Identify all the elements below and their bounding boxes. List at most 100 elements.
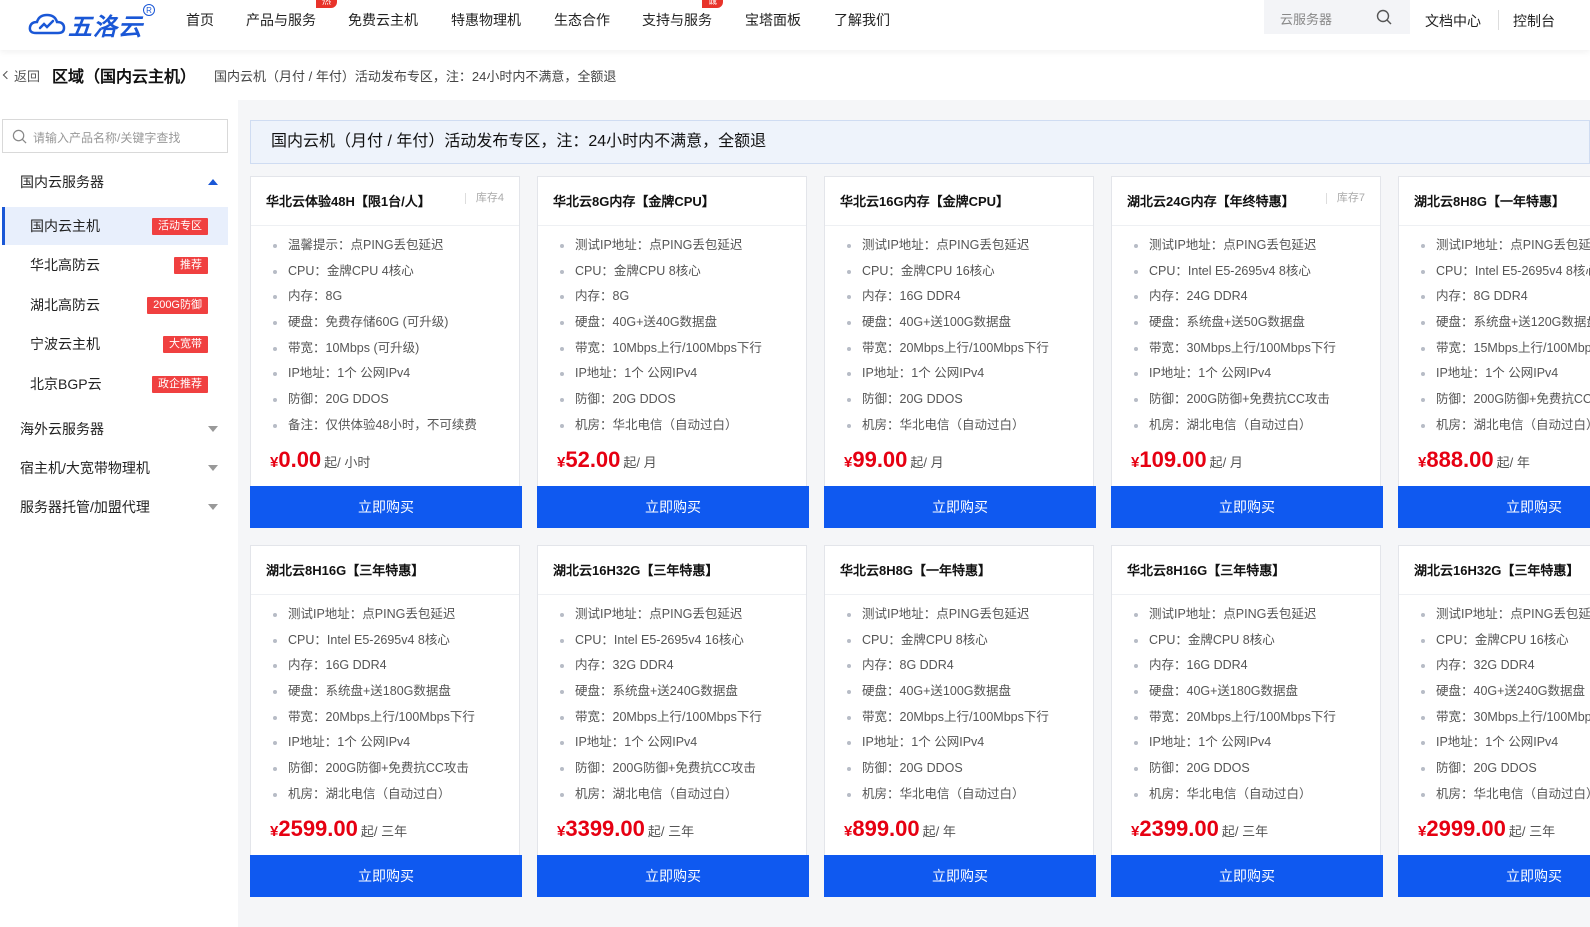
sidebar-group-domestic[interactable]: 国内云服务器 [0, 164, 228, 200]
price-unit: 起/ 三年 [647, 824, 695, 839]
spec-item: 温馨提示：点PING丢包延迟 [272, 233, 477, 259]
page-description: 国内云机（月付 / 年付）活动发布专区，注：24小时内不满意，全额退 [214, 68, 617, 84]
nav-item-1[interactable]: 产品与服务 热荐 [246, 0, 338, 40]
price-value: 2999.00 [1426, 816, 1506, 841]
spec-item: 内存：16G DDR4 [846, 284, 1049, 310]
spec-item: 测试IP地址：点PING丢包延迟 [1133, 233, 1336, 259]
spec-item: 硬盘：40G+送100G数据盘 [846, 310, 1049, 336]
console-link[interactable]: 控制台 [1513, 11, 1555, 31]
spec-item: 防御：200G防御+免费抗CC攻击 [1420, 387, 1590, 413]
sidebar-item-tag: 活动专区 [152, 218, 208, 235]
site-search-placeholder: 云服务器 [1280, 12, 1333, 27]
nav-divider [1498, 10, 1499, 30]
product-title: 华北云8G内存【金牌CPU】 [553, 194, 715, 209]
spec-item: 硬盘：40G+送40G数据盘 [559, 310, 762, 336]
price-unit: 起/ 三年 [1221, 824, 1269, 839]
stock-count: 库存4 [464, 193, 504, 204]
spec-item: 带宽：20Mbps上行/100Mbps下行 [272, 705, 475, 731]
spec-item: 防御：20G DDOS [1420, 756, 1590, 782]
nav-item-2[interactable]: 免费云主机 [348, 0, 418, 40]
buy-now-button[interactable]: 立即购买 [250, 855, 522, 897]
sidebar-item-beijing-bgp[interactable]: 北京BGP云 政企推荐 [2, 365, 228, 403]
sidebar-item-label: 宁波云主机 [30, 336, 100, 352]
product-card: 华北云8G内存【金牌CPU】 测试IP地址：点PING丢包延迟 CPU：金牌CPU … [537, 176, 809, 528]
spec-item: 防御：20G DDOS [559, 387, 762, 413]
spec-item: CPU：金牌CPU 16核心 [846, 259, 1049, 285]
buy-now-button[interactable]: 立即购买 [537, 855, 809, 897]
spec-item: CPU：金牌CPU 16核心 [1420, 628, 1590, 654]
spec-item: 防御：200G防御+免费抗CC攻击 [559, 756, 762, 782]
sidebar-group-label: 服务器托管/加盟代理 [20, 499, 150, 515]
nav-badge: 热荐 [316, 0, 338, 20]
brand-logo[interactable]: 五洛云 R [28, 4, 155, 42]
nav-item-0[interactable]: 首页 [186, 0, 214, 40]
sidebar-item-north-ddos[interactable]: 华北高防云 推荐 [2, 246, 228, 284]
sidebar-group-hosting[interactable]: 服务器托管/加盟代理 [0, 489, 228, 525]
price-value: 899.00 [852, 816, 920, 841]
buy-now-button[interactable]: 立即购买 [537, 486, 809, 528]
product-search-input[interactable]: 请输入产品名称/关键字查找 [2, 119, 228, 153]
price: ¥2599.00 起/ 三年 [270, 816, 407, 842]
nav-item-3[interactable]: 特惠物理机 [451, 0, 521, 40]
spec-item: 机房：湖北电信（自动过白） [1133, 413, 1336, 439]
spec-item: 带宽：20Mbps上行/100Mbps下行 [846, 336, 1049, 362]
buy-now-button[interactable]: 立即购买 [250, 486, 522, 528]
product-search-placeholder: 请输入产品名称/关键字查找 [33, 131, 181, 145]
buy-now-button[interactable]: 立即购买 [1398, 486, 1590, 528]
caret-down-icon [208, 426, 218, 432]
nav-item-6[interactable]: 宝塔面板 [745, 0, 801, 40]
buy-now-button[interactable]: 立即购买 [1398, 855, 1590, 897]
spec-list: 测试IP地址：点PING丢包延迟 CPU：金牌CPU 16核心 内存：16G DDR… [846, 233, 1049, 439]
spec-item: IP地址：1个 公网IPv4 [1133, 730, 1336, 756]
spec-item: 测试IP地址：点PING丢包延迟 [1420, 602, 1590, 628]
price-unit: 起/ 年 [922, 824, 956, 839]
spec-item: 测试IP地址：点PING丢包延迟 [1133, 602, 1336, 628]
nav-item-label: 宝塔面板 [745, 12, 801, 28]
breadcrumb: 返回 区域（国内云主机） 国内云机（月付 / 年付）活动发布专区，注：24小时内… [0, 60, 616, 90]
buy-now-button[interactable]: 立即购买 [824, 486, 1096, 528]
product-card: 湖北云16H32G【三年特惠】测试IP地址：点PING丢包延迟 CPU：金牌CPU… [1398, 545, 1590, 897]
sidebar-group-host[interactable]: 宿主机/大宽带物理机 [0, 450, 228, 486]
sidebar-item-hubei-ddos[interactable]: 湖北高防云 200G防御 [2, 286, 228, 324]
spec-item: 机房：华北电信（自动过白） [846, 782, 1049, 808]
product-title: 湖北云8H8G【一年特惠】 [1414, 194, 1565, 209]
buy-now-button[interactable]: 立即购买 [1111, 855, 1383, 897]
sidebar-group-overseas[interactable]: 海外云服务器 [0, 411, 228, 447]
spec-list: 测试IP地址：点PING丢包延迟 CPU：金牌CPU 8核心 内存：8G DDR4 硬… [846, 602, 1049, 808]
spec-item: 防御：20G DDOS [846, 756, 1049, 782]
spec-item: CPU：金牌CPU 8核心 [846, 628, 1049, 654]
product-title: 华北云8H8G【一年特惠】 [840, 563, 991, 578]
spec-item: IP地址：1个 公网IPv4 [1420, 730, 1590, 756]
spec-item: 防御：20G DDOS [1133, 756, 1336, 782]
spec-list: 测试IP地址：点PING丢包延迟 CPU：Intel E5-2695v4 16核心… [559, 602, 762, 808]
nav-item-7[interactable]: 了解我们 [834, 0, 890, 40]
sidebar-item-domestic-cloud[interactable]: 国内云主机 活动专区 [2, 207, 228, 245]
spec-item: 硬盘：系统盘+送120G数据盘 [1420, 310, 1590, 336]
sidebar-item-tag: 200G防御 [147, 297, 208, 314]
back-link[interactable]: 返回 [2, 66, 40, 85]
buy-now-button[interactable]: 立即购买 [1111, 486, 1383, 528]
product-title: 湖北云16H32G【三年特惠】 [1414, 563, 1580, 578]
price-value: 2399.00 [1139, 816, 1219, 841]
spec-item: CPU：Intel E5-2695v4 8核心 [1133, 259, 1336, 285]
spec-item: 硬盘：系统盘+送240G数据盘 [559, 679, 762, 705]
price-value: 2599.00 [278, 816, 358, 841]
buy-now-button[interactable]: 立即购买 [824, 855, 1096, 897]
search-icon[interactable] [1376, 9, 1392, 25]
sidebar-item-ningbo-cloud[interactable]: 宁波云主机 大宽带 [2, 325, 228, 363]
spec-item: 防御：20G DDOS [846, 387, 1049, 413]
price-value: 99.00 [852, 447, 908, 472]
spec-item: CPU：金牌CPU 8核心 [559, 259, 762, 285]
spec-item: CPU：Intel E5-2695v4 16核心 [559, 628, 762, 654]
nav-item-label: 支持与服务 [642, 12, 712, 28]
price-unit: 起/ 月 [623, 455, 657, 470]
spec-item: 内存：8G [559, 284, 762, 310]
nav-item-5[interactable]: 支持与服务 诚邀 [642, 0, 724, 40]
spec-item: 带宽：15Mbps上行/100Mbps下行 [1420, 336, 1590, 362]
docs-link[interactable]: 文档中心 [1425, 11, 1481, 31]
nav-item-4[interactable]: 生态合作 [554, 0, 610, 40]
spec-item: 内存：24G DDR4 [1133, 284, 1336, 310]
promo-banner: 国内云机（月付 / 年付）活动发布专区，注：24小时内不满意，全额退 [250, 120, 1590, 164]
site-search[interactable]: 云服务器 [1264, 0, 1410, 34]
price: ¥0.00 起/ 小时 [270, 447, 370, 473]
